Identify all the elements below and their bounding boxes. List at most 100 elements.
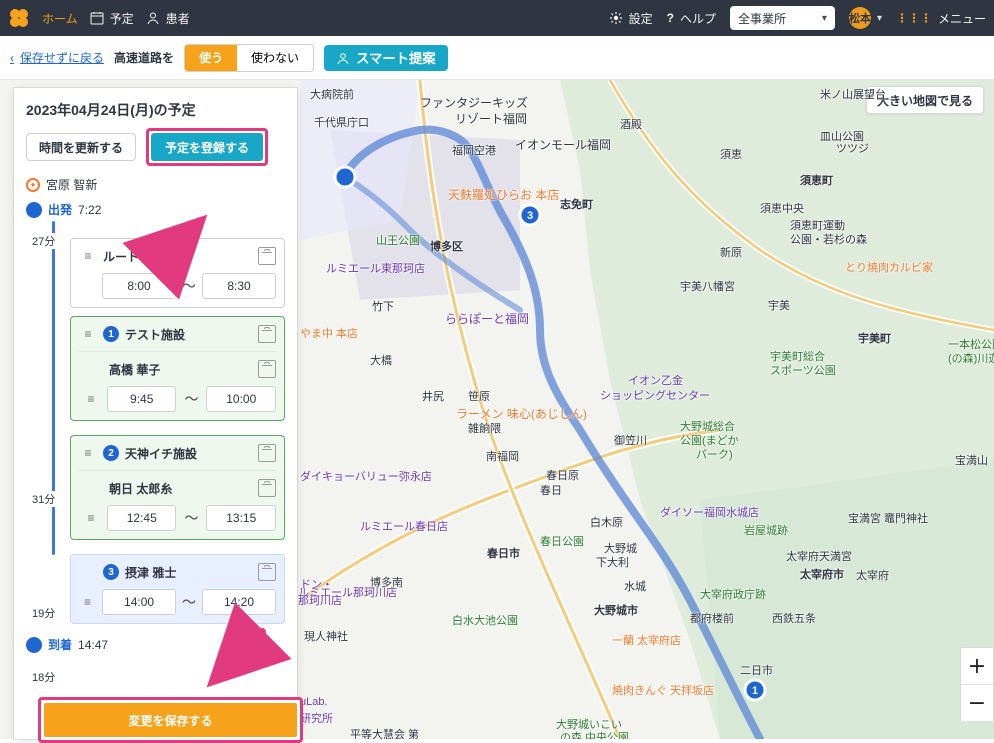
patient-card-3-header: ≡ 3 摂津 雅士 — [79, 563, 276, 581]
menu-link[interactable]: ⋮⋮⋮ メニュー — [896, 10, 986, 27]
zoom-out-button[interactable]: − — [961, 685, 993, 721]
patient-subcard: 朝日 太郎糸 ≡ 12:45 〜 13:15 — [79, 470, 276, 531]
facility-name: テスト施設 — [125, 327, 186, 342]
drag-handle-icon[interactable]: ≡ — [79, 595, 96, 609]
map-pin-1-icon: 1 — [103, 326, 119, 342]
register-schedule-button[interactable]: 予定を登録する — [151, 133, 264, 161]
route-arrival: 到着 14:47 — [26, 636, 285, 653]
time-separator: 〜 — [184, 391, 199, 407]
user-menu[interactable]: 松本 ▾ — [848, 7, 882, 29]
schedule-label: 予定 — [109, 11, 134, 26]
facility-card-1: ≡ 1 テスト施設 高橋 華子 ≡ 9:45 〜 10:00 — [70, 316, 285, 421]
highway-toggle: 使う 使わない — [184, 43, 315, 72]
top-navigation-right: 設定 ? ヘルプ 全事業所 ▾ 松本 ▾ ⋮⋮⋮ メニュー — [609, 6, 986, 30]
save-changes-button[interactable]: 変更を保存する — [44, 703, 297, 737]
nav-patients[interactable]: 患者 — [146, 10, 190, 27]
duration-1: 27分 — [30, 233, 58, 249]
back-label: 保存せずに戻る — [20, 51, 105, 65]
start-time: 7:22 — [78, 202, 102, 217]
route-options-bar: ‹ 保存せずに戻る 高速道路を 使う 使わない スマート提案 — [0, 36, 994, 80]
map-pin-3: 3 — [518, 203, 542, 227]
logo-icon — [10, 9, 28, 27]
patient-subcard-header: 高橋 華子 — [79, 360, 276, 378]
duration-3: 19分 — [30, 605, 58, 621]
highway-label: 高速道路を — [114, 51, 175, 65]
user-avatar: 松本 — [848, 7, 871, 29]
start-time-input[interactable]: 12:45 — [106, 505, 177, 531]
facility-name: 天神イチ施設 — [125, 446, 198, 461]
trash-icon[interactable] — [258, 444, 276, 462]
help-icon: ? — [666, 11, 674, 25]
duration-2: 31分 — [30, 491, 58, 507]
start-time-input[interactable]: 14:00 — [102, 589, 177, 615]
nav-schedule[interactable]: 予定 — [90, 10, 134, 27]
facility-card-2-title: ≡ 2 天神イチ施設 — [79, 445, 197, 462]
smart-suggest-button[interactable]: スマート提案 — [324, 44, 448, 71]
end-time-input[interactable]: 13:15 — [206, 505, 276, 531]
end-time-input[interactable]: 10:00 — [206, 386, 276, 412]
help-link[interactable]: ? ヘルプ — [667, 10, 716, 27]
start-time-input[interactable]: 8:00 — [102, 273, 177, 299]
drag-handle-icon[interactable]: ≡ — [83, 511, 99, 525]
nav-home[interactable]: ホーム — [42, 10, 78, 27]
chevron-left-icon: ‹ — [10, 50, 14, 65]
update-time-button[interactable]: 時間を更新する — [26, 133, 137, 161]
chevron-down-icon: ▾ — [876, 12, 882, 24]
map-pin-start — [333, 165, 357, 189]
highway-not-use-button[interactable]: 使わない — [237, 44, 314, 71]
end-time-input[interactable]: 8:30 — [202, 273, 276, 299]
time-separator: 〜 — [184, 510, 199, 526]
route-memo-title: ≡ ルートメモ — [79, 248, 163, 265]
route-memo-header: ≡ ルートメモ — [79, 247, 276, 265]
settings-link[interactable]: 設定 — [609, 10, 653, 27]
big-map-button[interactable]: 大きい地図で見る — [865, 86, 984, 114]
schedule-actions: 時間を更新する 予定を登録する — [26, 128, 285, 166]
map-pin-icon — [26, 201, 42, 218]
smart-suggest-label: スマート提案 — [356, 51, 436, 66]
gear-icon — [609, 12, 622, 24]
office-select-value: 全事業所 — [737, 11, 786, 26]
svg-text:1: 1 — [752, 685, 758, 697]
patients-label: 患者 — [165, 11, 190, 26]
drag-handle-icon[interactable]: ≡ — [79, 446, 97, 460]
route-memo-card: ≡ ルートメモ ≡ 8:00 〜 8:30 — [70, 238, 285, 308]
app-logo — [8, 7, 30, 29]
settings-label: 設定 — [628, 11, 653, 26]
patient-name: 摂津 雅士 — [125, 565, 177, 580]
end-time-input[interactable]: 14:20 — [202, 589, 276, 615]
facility-card-2: ≡ 2 天神イチ施設 朝日 太郎糸 ≡ 12:45 〜 13:15 — [70, 435, 285, 540]
trash-icon[interactable] — [258, 325, 276, 343]
facility-card-2-header: ≡ 2 天神イチ施設 — [79, 444, 276, 462]
zoom-in-button[interactable]: + — [961, 648, 993, 684]
drag-handle-icon[interactable]: ≡ — [79, 249, 97, 263]
trash-icon[interactable] — [258, 479, 276, 497]
trash-icon[interactable] — [258, 247, 276, 265]
top-navigation-bar: ホーム 予定 患者 設定 ? ヘルプ 全事業所 ▾ 松本 ▾ ⋮⋮⋮ メニュー — [0, 0, 994, 36]
trash-icon[interactable] — [258, 563, 276, 581]
facility-card-1-header: ≡ 1 テスト施設 — [79, 325, 276, 343]
grid-icon: ⋮⋮⋮ — [895, 11, 932, 25]
back-without-saving-link[interactable]: ‹ 保存せずに戻る — [10, 49, 104, 66]
patient-subcard-header: 朝日 太郎糸 — [79, 479, 276, 497]
patient-subcard: 高橋 華子 ≡ 9:45 〜 10:00 — [79, 351, 276, 412]
patient-name: 高橋 華子 — [109, 362, 161, 377]
drag-handle-icon[interactable]: ≡ — [83, 392, 99, 406]
map-pin-3-icon: 3 — [103, 564, 119, 580]
highway-use-button[interactable]: 使う — [185, 44, 238, 71]
map-pin-icon — [26, 636, 42, 653]
top-navigation-left: ホーム 予定 患者 — [8, 7, 190, 29]
arrival-label: 到着 — [48, 638, 73, 652]
main-content: 3 1 大きい地図で見る 大病院前 ファンタジーキッズ リゾート福岡 千代県庁口… — [0, 80, 994, 743]
patient-name: 朝日 太郎糸 — [109, 481, 173, 496]
patient-time: ≡ 9:45 〜 10:00 — [79, 386, 276, 412]
chevron-down-icon: ▾ — [821, 12, 827, 24]
office-select[interactable]: 全事業所 ▾ — [729, 6, 835, 30]
drag-handle-icon[interactable]: ≡ — [79, 327, 97, 341]
help-label: ヘルプ — [679, 11, 716, 26]
zoom-control: + − — [960, 647, 994, 721]
trash-icon[interactable] — [258, 360, 276, 378]
patient-time: ≡ 12:45 〜 13:15 — [79, 505, 276, 531]
staff-icon: ● — [26, 177, 40, 192]
start-time-input[interactable]: 9:45 — [106, 386, 177, 412]
route-memo-time: ≡ 8:00 〜 8:30 — [79, 273, 276, 299]
